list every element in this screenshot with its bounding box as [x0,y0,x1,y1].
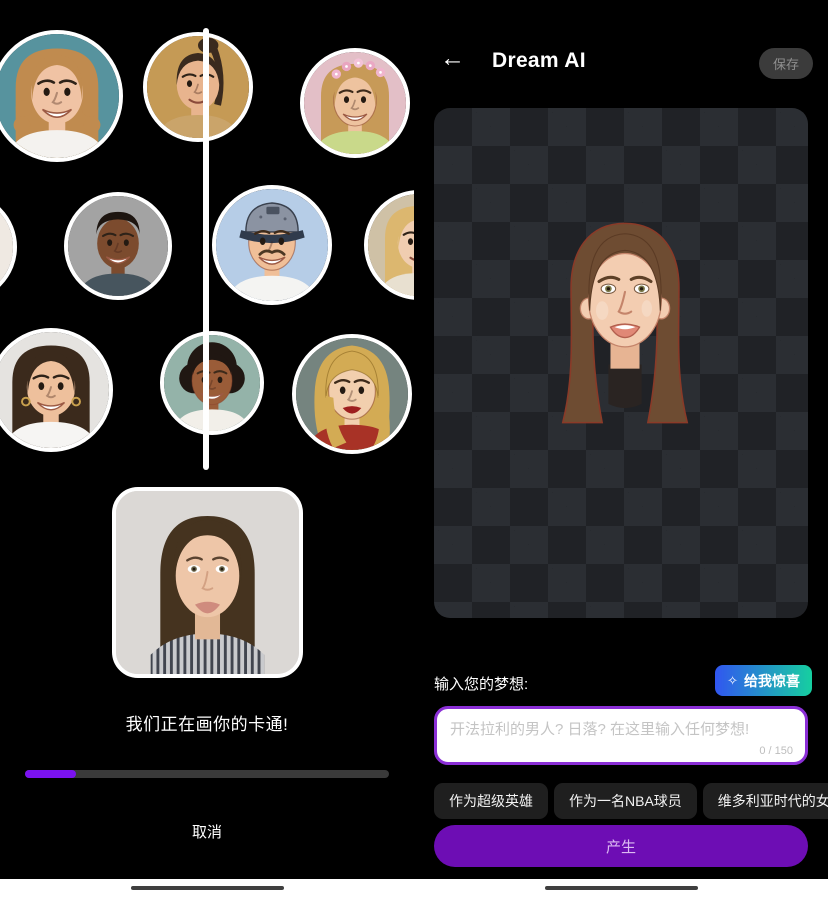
back-arrow-icon[interactable]: ← [440,46,465,71]
avatar-woman-wavy-hair [0,30,123,162]
surprise-me-label: 给我惊喜 [744,671,800,691]
sparkle-diamond-icon: ✧ [727,673,738,689]
progress-bar [25,770,389,778]
app-screen: 我们正在画你的卡通! 取消 ← Dream AI 保存 [0,0,828,897]
home-indicator-left[interactable] [131,886,284,890]
avatar-woman-long-dark-hair [0,328,113,452]
avatar-partial-left-edge [0,192,17,302]
generate-button[interactable]: 产生 [434,825,808,867]
surprise-me-button[interactable]: ✧ 给我惊喜 [715,665,812,696]
vertical-divider-line [203,28,209,470]
character-counter: 0 / 150 [759,745,793,757]
save-button[interactable]: 保存 [759,48,813,79]
chip-superhero[interactable]: 作为超级英雄 [434,783,548,819]
avatar-cartoon-woman-afro [160,331,264,435]
page-title: Dream AI [492,49,586,73]
suggestion-chips-row: 作为超级英雄 作为一名NBA球员 维多利亚时代的女 [434,783,828,819]
drawing-status-text: 我们正在画你的卡通! [0,710,414,735]
chip-nba-player[interactable]: 作为一名NBA球员 [554,783,697,819]
generated-cartoon-face [542,218,708,428]
dream-text-input[interactable] [437,709,805,762]
user-source-photo [112,487,303,678]
bottom-gesture-strip [0,879,828,897]
avatar-cartoon-woman-hijab [292,334,412,454]
avatar-partial-right-edge [364,190,414,300]
avatar-woman-high-ponytail [143,32,253,142]
cancel-button[interactable]: 取消 [0,821,414,842]
chip-victorian-era[interactable]: 维多利亚时代的女 [703,783,828,819]
avatar-cartoon-man-flat-cap [212,185,332,305]
dream-input-box: 0 / 150 [434,706,808,765]
transparent-canvas [434,108,808,618]
avatar-smiling-man [64,192,172,300]
avatar-cartoon-woman-flowers [300,48,410,158]
progress-fill [25,770,76,778]
dream-prompt-label: 输入您的梦想: [434,673,528,694]
dream-ai-panel: ← Dream AI 保存 [414,0,828,879]
cartoon-progress-panel: 我们正在画你的卡通! 取消 [0,0,414,879]
user-portrait-image [116,491,299,674]
home-indicator-right[interactable] [545,886,698,890]
